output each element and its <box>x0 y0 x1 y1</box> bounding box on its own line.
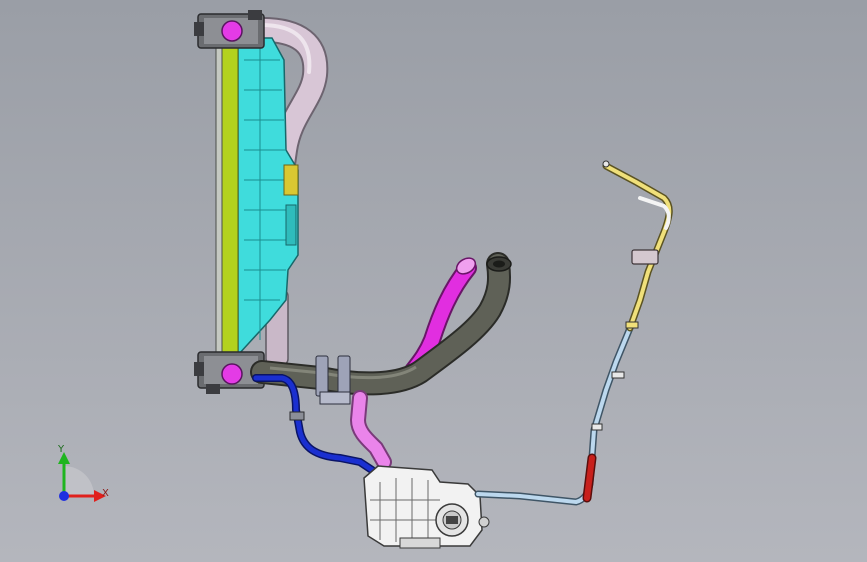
fan-shroud[interactable] <box>237 37 299 357</box>
triad-x-label: X <box>102 488 109 499</box>
radiator-core[interactable] <box>215 37 239 357</box>
orientation-triad[interactable]: Y X <box>57 444 109 502</box>
cooling-system-model[interactable]: Y X <box>0 0 867 562</box>
lower-radiator-hose[interactable] <box>250 252 512 405</box>
pink-hose[interactable] <box>349 390 392 470</box>
triad-z-axis <box>59 491 69 501</box>
coolant-reservoir[interactable] <box>363 465 490 549</box>
triad-y-label: Y <box>57 444 65 455</box>
radiator-top-tank[interactable] <box>194 10 265 49</box>
overflow-line[interactable] <box>474 324 634 506</box>
cad-viewport[interactable]: Y X <box>0 0 867 562</box>
vent-line[interactable] <box>602 160 673 332</box>
